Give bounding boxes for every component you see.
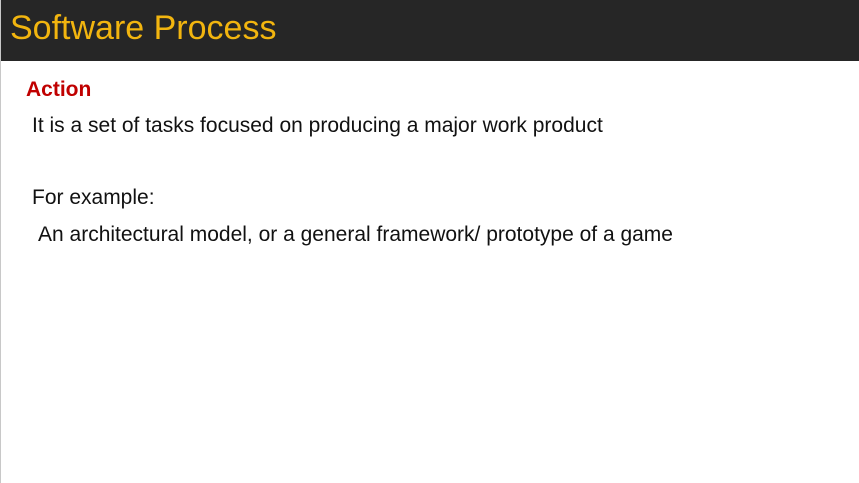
title-bar: Software Process <box>1 0 859 61</box>
definition-text: It is a set of tasks focused on producin… <box>32 114 603 137</box>
slide: Software Process Action It is a set of t… <box>0 0 859 483</box>
section-heading: Action <box>26 78 92 101</box>
example-text: An architectural model, or a general fra… <box>38 223 673 246</box>
slide-title: Software Process <box>10 9 277 47</box>
example-label: For example: <box>32 186 155 209</box>
